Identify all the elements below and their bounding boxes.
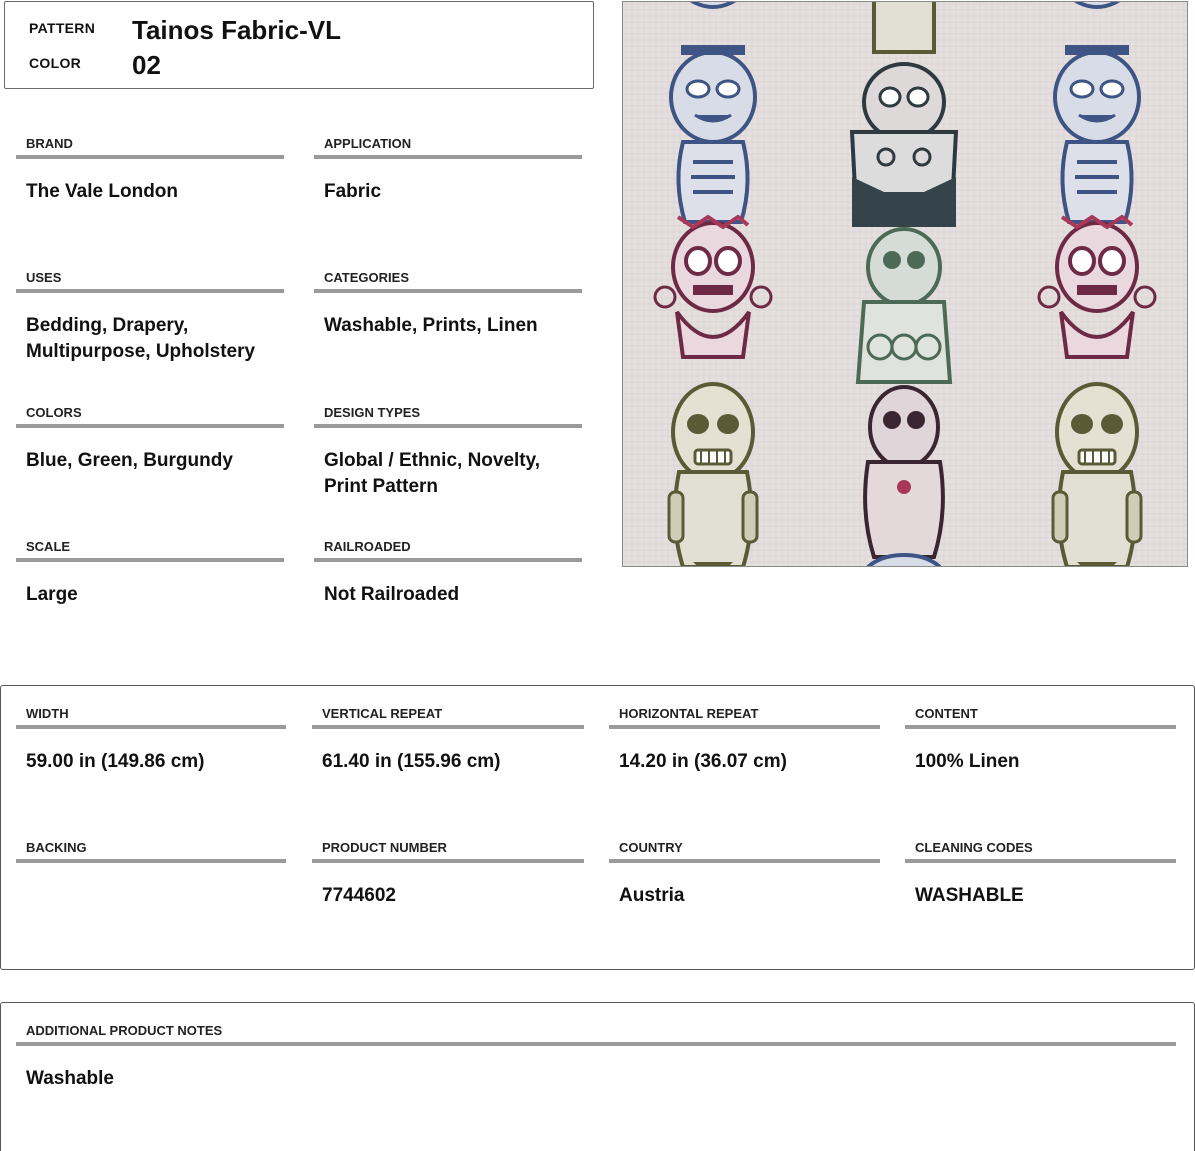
divider xyxy=(609,725,880,729)
pattern-name: Tainos Fabric-VL xyxy=(132,15,341,45)
horizontal-repeat-label: HORIZONTAL REPEAT xyxy=(619,706,759,721)
vertical-repeat-field: VERTICAL REPEAT 61.40 in (155.96 cm) xyxy=(312,703,584,775)
scale-value: Large xyxy=(26,584,78,605)
divider xyxy=(609,859,880,863)
backing-label: BACKING xyxy=(26,840,87,855)
design-types-field: DESIGN TYPES Global / Ethnic, Novelty, P… xyxy=(314,402,582,500)
scale-label: SCALE xyxy=(26,539,71,554)
pattern-header: PATTERN Tainos Fabric-VL COLOR 02 xyxy=(4,1,594,89)
brand-field: BRAND The Vale London xyxy=(16,133,284,205)
categories-field: CATEGORIES Washable, Prints, Linen xyxy=(314,267,582,339)
country-label: COUNTRY xyxy=(619,840,683,855)
colors-field: COLORS Blue, Green, Burgundy xyxy=(16,402,284,474)
colors-label: COLORS xyxy=(26,405,82,420)
divider xyxy=(905,725,1176,729)
notes-label: ADDITIONAL PRODUCT NOTES xyxy=(26,1023,223,1038)
fabric-swatch-image[interactable] xyxy=(622,1,1188,567)
divider xyxy=(16,155,284,159)
colors-value: Blue, Green, Burgundy xyxy=(26,450,233,471)
divider xyxy=(314,424,582,428)
railroaded-label: RAILROADED xyxy=(324,539,411,554)
horizontal-repeat-field: HORIZONTAL REPEAT 14.20 in (36.07 cm) xyxy=(609,703,880,775)
width-label: WIDTH xyxy=(26,706,69,721)
width-field: WIDTH 59.00 in (149.86 cm) xyxy=(16,703,286,775)
color-label: COLOR xyxy=(29,55,82,71)
divider xyxy=(16,289,284,293)
totem-pattern-illustration xyxy=(623,2,1187,566)
pattern-label: PATTERN xyxy=(29,20,96,36)
application-field: APPLICATION Fabric xyxy=(314,133,582,205)
uses-field: USES Bedding, Drapery, Multipurpose, Uph… xyxy=(16,267,284,365)
scale-field: SCALE Large xyxy=(16,536,284,608)
color-value: 02 xyxy=(132,50,161,80)
product-number-label: PRODUCT NUMBER xyxy=(322,840,447,855)
content-value: 100% Linen xyxy=(915,751,1020,772)
content-field: CONTENT 100% Linen xyxy=(905,703,1176,775)
categories-value: Washable, Prints, Linen xyxy=(324,315,538,336)
vertical-repeat-label: VERTICAL REPEAT xyxy=(322,706,443,721)
divider xyxy=(16,725,286,729)
vertical-repeat-value: 61.40 in (155.96 cm) xyxy=(322,751,501,772)
cleaning-codes-label: CLEANING CODES xyxy=(915,840,1033,855)
railroaded-value: Not Railroaded xyxy=(324,584,460,605)
product-number-value: 7744602 xyxy=(322,885,396,906)
divider xyxy=(16,424,284,428)
uses-value: Bedding, Drapery, Multipurpose, Upholste… xyxy=(26,315,256,362)
application-value: Fabric xyxy=(324,181,382,202)
brand-value: The Vale London xyxy=(26,181,179,202)
content-label: CONTENT xyxy=(915,706,978,721)
divider xyxy=(314,155,582,159)
application-label: APPLICATION xyxy=(324,136,412,151)
uses-label: USES xyxy=(26,270,62,285)
design-types-label: DESIGN TYPES xyxy=(324,405,421,420)
divider xyxy=(905,859,1176,863)
brand-label: BRAND xyxy=(26,136,73,151)
cleaning-codes-field: CLEANING CODES WASHABLE xyxy=(905,837,1176,909)
categories-label: CATEGORIES xyxy=(324,270,409,285)
product-number-field: PRODUCT NUMBER 7744602 xyxy=(312,837,584,909)
divider xyxy=(312,725,584,729)
design-types-value: Global / Ethnic, Novelty, Print Pattern xyxy=(324,450,541,497)
backing-field: BACKING xyxy=(16,837,286,883)
divider xyxy=(312,859,584,863)
divider xyxy=(16,1042,1176,1046)
width-value: 59.00 in (149.86 cm) xyxy=(26,751,205,772)
country-field: COUNTRY Austria xyxy=(609,837,880,909)
divider xyxy=(16,558,284,562)
country-value: Austria xyxy=(619,885,685,906)
railroaded-field: RAILROADED Not Railroaded xyxy=(314,536,582,608)
divider xyxy=(16,859,286,863)
notes-value: Washable xyxy=(26,1068,114,1089)
horizontal-repeat-value: 14.20 in (36.07 cm) xyxy=(619,751,787,772)
notes-field: ADDITIONAL PRODUCT NOTES Washable xyxy=(16,1020,1176,1092)
cleaning-codes-value: WASHABLE xyxy=(915,885,1024,906)
divider xyxy=(314,289,582,293)
divider xyxy=(314,558,582,562)
